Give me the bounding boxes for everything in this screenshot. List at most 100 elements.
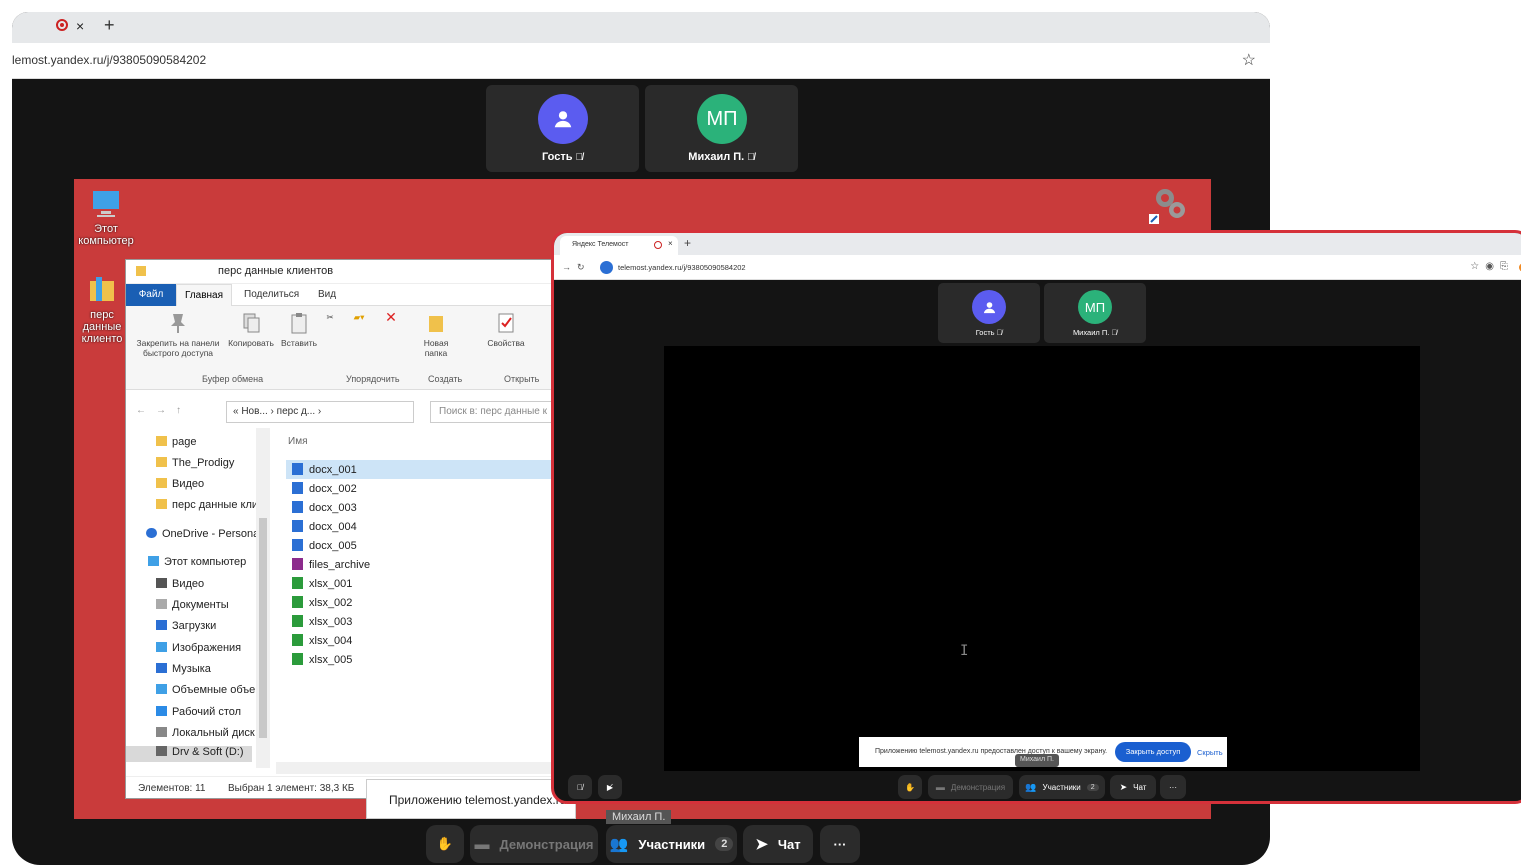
participant-tile-guest[interactable]: Гость 🎙̸ — [938, 283, 1040, 343]
nav-item[interactable]: Локальный диск ( — [156, 727, 261, 743]
tab-share[interactable]: Поделиться — [244, 289, 299, 300]
chat-button[interactable]: ➤ Чат — [743, 825, 813, 863]
copy-button[interactable]: Копировать — [226, 312, 276, 348]
nav-item[interactable]: Загрузки — [156, 620, 216, 636]
drive-icon — [156, 727, 167, 737]
horizontal-scrollbar[interactable] — [276, 762, 552, 774]
participant-name: Михаил П. 🎙̸ — [1072, 328, 1118, 337]
pin-button[interactable]: Закрепить на панели быстрого доступа — [130, 312, 226, 358]
participant-name: Михаил П. 🎙̸ — [688, 151, 755, 163]
tab-home[interactable]: Главная — [176, 284, 232, 307]
nav-item[interactable]: Рабочий стол — [156, 706, 241, 722]
folder-icon — [136, 266, 146, 276]
file-row[interactable]: xlsx_005 — [286, 650, 552, 669]
nav-item[interactable]: перс данные клие — [156, 499, 264, 515]
properties-button[interactable]: Свойства — [484, 312, 528, 348]
tab-close-button[interactable]: × — [668, 239, 673, 248]
shared-screen-area: I — [664, 346, 1420, 771]
column-header-name[interactable]: Имя — [288, 436, 307, 447]
url-text[interactable]: lemost.yandex.ru/j/93805090584202 — [12, 53, 206, 67]
new-folder-icon — [429, 316, 443, 332]
file-row[interactable]: xlsx_003 — [286, 612, 552, 631]
tab-view[interactable]: Вид — [318, 289, 336, 300]
screen-share-button[interactable]: ▬ Демонстрация — [928, 775, 1013, 799]
stop-sharing-button[interactable]: Закрыть доступ — [1115, 742, 1191, 762]
nav-item[interactable]: Видео — [156, 578, 204, 594]
images-icon — [156, 642, 167, 652]
raise-hand-button[interactable]: ✋ — [898, 775, 922, 799]
participants-button[interactable]: 👥 Участники 2 — [1019, 775, 1105, 799]
video-icon — [156, 578, 167, 588]
cut-icon[interactable]: ✂ — [322, 312, 338, 322]
file-row[interactable]: docx_002 — [286, 479, 552, 498]
nav-controls-icon[interactable]: →↻ — [562, 262, 591, 273]
more-button[interactable]: ··· — [820, 825, 860, 863]
new-folder-button[interactable]: Новая папка — [418, 312, 454, 358]
nav-item[interactable]: Этот компьютер — [148, 556, 246, 572]
participant-tile-mikhail[interactable]: МП Михаил П. 🎙̸ — [1044, 283, 1146, 343]
participant-tile-mikhail[interactable]: МП Михаил П. 🎙̸ — [645, 85, 798, 172]
nav-item[interactable]: Изображения — [156, 642, 241, 658]
navigation-pane: page The_Prodigy Видео перс данные клие … — [126, 428, 274, 776]
nav-scrollbar[interactable] — [256, 428, 270, 768]
participants-button[interactable]: 👥 Участники 2 — [606, 825, 737, 863]
mic-off-icon: 🎙̸ — [1111, 328, 1118, 337]
file-row[interactable]: docx_004 — [286, 517, 552, 536]
nav-item[interactable]: Видео — [156, 478, 204, 494]
address-bar[interactable]: lemost.yandex.ru/j/93805090584202 ☆ — [12, 43, 1270, 79]
tab-strip: × + — [12, 12, 1270, 43]
address-bar[interactable]: →↻ telemost.yandex.ru/j/93805090584202 ☆… — [554, 255, 1521, 280]
new-tab-button[interactable]: + — [104, 15, 115, 36]
camera-toggle-button[interactable]: ▶̸ — [598, 775, 622, 799]
nav-item-selected[interactable]: Drv & Soft (D:) — [126, 746, 252, 762]
tab-close-button[interactable]: × — [76, 18, 84, 34]
mp-avatar: МП — [1078, 290, 1112, 324]
mp-avatar: МП — [697, 94, 747, 144]
desktop-icon-this-pc[interactable]: Этот компьютер — [76, 187, 136, 247]
nav-item[interactable]: Документы — [156, 599, 229, 615]
scrollbar-thumb[interactable] — [259, 518, 267, 738]
folder-icon — [156, 499, 167, 509]
url-text[interactable]: telemost.yandex.ru/j/93805090584202 — [618, 263, 746, 272]
nav-arrows-icon[interactable]: ←→↑ — [136, 405, 191, 416]
file-row-selected[interactable]: docx_001 — [286, 460, 552, 479]
move-to-icon[interactable]: ▰▾ — [350, 312, 368, 322]
nav-item[interactable]: The_Prodigy — [156, 457, 234, 473]
nav-item[interactable]: page — [156, 436, 196, 452]
search-input[interactable]: Поиск в: перс данные к — [430, 401, 552, 423]
bookmark-star-icon[interactable]: ☆ — [1242, 50, 1256, 70]
properties-icon — [498, 313, 514, 333]
delete-icon[interactable]: ✕ — [382, 310, 400, 324]
file-row[interactable]: files_archive — [286, 555, 552, 574]
computer-icon — [148, 556, 159, 566]
explorer-title: перс данные клиентов — [218, 265, 334, 277]
excel-icon — [292, 634, 303, 646]
raise-hand-button[interactable]: ✋ — [426, 825, 464, 863]
file-row[interactable]: xlsx_002 — [286, 593, 552, 612]
file-row[interactable]: docx_005 — [286, 536, 552, 555]
tab-file[interactable]: Файл — [126, 284, 176, 306]
browser-tab[interactable]: Яндекс Телемост × — [560, 236, 678, 255]
hide-notice-link[interactable]: Скрыть — [1197, 748, 1223, 757]
path-breadcrumb[interactable]: « Нов... › перс д... › — [226, 401, 414, 423]
camera-off-icon: ▶̸ — [606, 782, 614, 792]
file-row[interactable]: docx_003 — [286, 498, 552, 517]
file-row[interactable]: xlsx_001 — [286, 574, 552, 593]
mic-off-icon: 🎙̸ — [747, 152, 755, 163]
participants-count-badge: 2 — [1086, 783, 1099, 791]
file-row[interactable]: xlsx_004 — [286, 631, 552, 650]
group-clipboard: Буфер обмена — [202, 374, 264, 384]
screen-share-button[interactable]: ▬ Демонстрация — [470, 825, 598, 863]
mic-toggle-button[interactable]: 🎙̸ — [568, 775, 592, 799]
nav-item[interactable]: Объемные объек — [156, 684, 260, 700]
new-tab-button[interactable]: + — [684, 236, 691, 250]
more-button[interactable]: ··· — [1160, 775, 1186, 799]
nav-item[interactable]: OneDrive - Persona — [146, 528, 259, 544]
chat-button[interactable]: ➤ Чат — [1110, 775, 1156, 799]
paste-button[interactable]: Вставить — [278, 312, 320, 348]
text-cursor-icon: I — [960, 643, 969, 659]
desktop-icon-folder[interactable]: перс данные клиенто — [74, 275, 130, 345]
participant-tile-guest[interactable]: Гость 🎙̸ — [486, 85, 639, 172]
browser-actions-icon[interactable]: ☆◉⎘ — [1470, 261, 1514, 272]
nav-item[interactable]: Музыка — [156, 663, 211, 679]
